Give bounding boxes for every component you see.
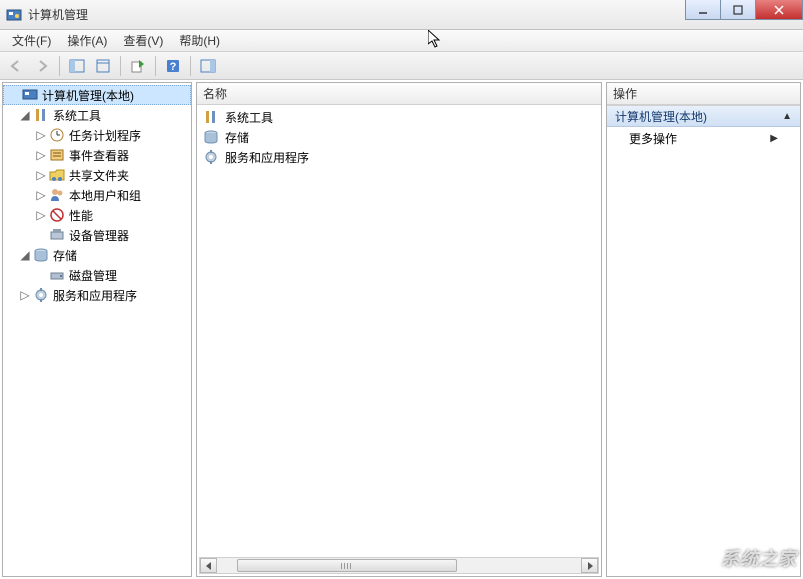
expander-open-icon[interactable]: ◢ bbox=[19, 109, 31, 121]
back-button[interactable] bbox=[4, 54, 28, 78]
expander-closed-icon[interactable]: ▷ bbox=[35, 169, 47, 181]
storage-icon bbox=[203, 129, 219, 145]
actions-body: 计算机管理(本地) ▲ 更多操作 ▶ bbox=[607, 105, 800, 576]
scroll-left-button[interactable] bbox=[200, 558, 217, 573]
actions-panel: 操作 计算机管理(本地) ▲ 更多操作 ▶ bbox=[606, 82, 801, 577]
list-item-services-apps[interactable]: 服务和应用程序 bbox=[197, 147, 601, 167]
tree-node-performance[interactable]: ▷ 性能 bbox=[3, 205, 191, 225]
list-item-storage[interactable]: 存储 bbox=[197, 127, 601, 147]
system-tools-icon bbox=[33, 107, 49, 123]
body: 计算机管理(本地) ◢ 系统工具 ▷ 任务计划程序 ▷ 事件查看器 bbox=[0, 80, 803, 579]
services-icon bbox=[203, 149, 219, 165]
menu-view[interactable]: 查看(V) bbox=[115, 29, 171, 52]
tree-label: 系统工具 bbox=[53, 107, 101, 124]
actions-context-row[interactable]: 计算机管理(本地) ▲ bbox=[607, 105, 800, 127]
clock-icon bbox=[49, 127, 65, 143]
list-item-label: 服务和应用程序 bbox=[225, 149, 309, 166]
list-item-label: 存储 bbox=[225, 129, 249, 146]
toolbar-separator bbox=[59, 56, 60, 76]
tree-label: 存储 bbox=[53, 247, 77, 264]
expander-closed-icon[interactable]: ▷ bbox=[35, 209, 47, 221]
shared-folders-icon bbox=[49, 167, 65, 183]
menu-action[interactable]: 操作(A) bbox=[59, 29, 115, 52]
show-hide-tree-button[interactable] bbox=[65, 54, 89, 78]
expander-open-icon[interactable]: ◢ bbox=[19, 249, 31, 261]
svg-text:?: ? bbox=[170, 61, 177, 73]
window-title: 计算机管理 bbox=[28, 6, 797, 23]
expander-closed-icon[interactable]: ▷ bbox=[35, 189, 47, 201]
menubar: 文件(F) 操作(A) 查看(V) 帮助(H) bbox=[0, 30, 803, 52]
forward-button[interactable] bbox=[30, 54, 54, 78]
tree-node-root[interactable]: 计算机管理(本地) bbox=[3, 85, 191, 105]
expander-closed-icon[interactable]: ▷ bbox=[19, 289, 31, 301]
window-controls bbox=[686, 0, 803, 20]
actions-context-label: 计算机管理(本地) bbox=[615, 108, 707, 125]
tree-node-device-manager[interactable]: ▷ 设备管理器 bbox=[3, 225, 191, 245]
app-icon bbox=[6, 7, 22, 23]
minimize-button[interactable] bbox=[685, 0, 721, 20]
help-button[interactable]: ? bbox=[161, 54, 185, 78]
tree-node-storage[interactable]: ◢ 存储 bbox=[3, 245, 191, 265]
tree-label: 设备管理器 bbox=[69, 227, 129, 244]
expander-closed-icon[interactable]: ▷ bbox=[35, 129, 47, 141]
tree-node-shared-folders[interactable]: ▷ 共享文件夹 bbox=[3, 165, 191, 185]
device-manager-icon bbox=[49, 227, 65, 243]
actions-header: 操作 bbox=[607, 83, 800, 105]
properties-button[interactable] bbox=[91, 54, 115, 78]
tree-node-system-tools[interactable]: ◢ 系统工具 bbox=[3, 105, 191, 125]
collapse-icon[interactable]: ▲ bbox=[782, 111, 792, 122]
close-button[interactable] bbox=[755, 0, 803, 20]
event-viewer-icon bbox=[49, 147, 65, 163]
actions-more-label: 更多操作 bbox=[629, 130, 677, 147]
tree-node-event-viewer[interactable]: ▷ 事件查看器 bbox=[3, 145, 191, 165]
tree-label: 本地用户和组 bbox=[69, 187, 141, 204]
actions-more-item[interactable]: 更多操作 ▶ bbox=[607, 127, 800, 149]
submenu-arrow-icon: ▶ bbox=[770, 133, 778, 144]
toolbar-separator bbox=[120, 56, 121, 76]
scroll-right-button[interactable] bbox=[581, 558, 598, 573]
tree-node-disk-management[interactable]: ▷ 磁盘管理 bbox=[3, 265, 191, 285]
toolbar-separator bbox=[155, 56, 156, 76]
show-hide-action-button[interactable] bbox=[196, 54, 220, 78]
scroll-thumb[interactable] bbox=[237, 559, 457, 572]
performance-icon bbox=[49, 207, 65, 223]
disk-icon bbox=[49, 267, 65, 283]
tree-label: 磁盘管理 bbox=[69, 267, 117, 284]
toolbar: ? bbox=[0, 52, 803, 80]
toolbar-separator bbox=[190, 56, 191, 76]
actions-header-label: 操作 bbox=[613, 85, 637, 102]
expander-closed-icon[interactable]: ▷ bbox=[35, 149, 47, 161]
tree-node-task-scheduler[interactable]: ▷ 任务计划程序 bbox=[3, 125, 191, 145]
column-header-label: 名称 bbox=[203, 85, 227, 102]
center-panel: 名称 系统工具 存储 服务和应用程序 bbox=[196, 82, 602, 577]
menu-file[interactable]: 文件(F) bbox=[4, 29, 59, 52]
system-tools-icon bbox=[203, 109, 219, 125]
tree-label: 任务计划程序 bbox=[69, 127, 141, 144]
services-icon bbox=[33, 287, 49, 303]
export-button[interactable] bbox=[126, 54, 150, 78]
window-root: 计算机管理 文件(F) 操作(A) 查看(V) 帮助(H) ? bbox=[0, 0, 803, 579]
tree-view[interactable]: 计算机管理(本地) ◢ 系统工具 ▷ 任务计划程序 ▷ 事件查看器 bbox=[3, 83, 191, 576]
menu-help[interactable]: 帮助(H) bbox=[171, 29, 228, 52]
computer-management-icon bbox=[22, 87, 38, 103]
grip-icon bbox=[341, 563, 353, 569]
list-item-label: 系统工具 bbox=[225, 109, 273, 126]
scroll-track[interactable] bbox=[217, 558, 581, 573]
tree-node-services-apps[interactable]: ▷ 服务和应用程序 bbox=[3, 285, 191, 305]
tree-label: 共享文件夹 bbox=[69, 167, 129, 184]
tree-label: 性能 bbox=[69, 207, 93, 224]
tree-label: 事件查看器 bbox=[69, 147, 129, 164]
maximize-button[interactable] bbox=[720, 0, 756, 20]
tree-panel: 计算机管理(本地) ◢ 系统工具 ▷ 任务计划程序 ▷ 事件查看器 bbox=[2, 82, 192, 577]
list-item-system-tools[interactable]: 系统工具 bbox=[197, 107, 601, 127]
users-icon bbox=[49, 187, 65, 203]
horizontal-scrollbar[interactable] bbox=[199, 557, 599, 574]
column-header-name[interactable]: 名称 bbox=[197, 83, 601, 105]
tree-node-local-users[interactable]: ▷ 本地用户和组 bbox=[3, 185, 191, 205]
storage-icon bbox=[33, 247, 49, 263]
titlebar: 计算机管理 bbox=[0, 0, 803, 30]
list-view[interactable]: 系统工具 存储 服务和应用程序 bbox=[197, 105, 601, 576]
tree-label: 服务和应用程序 bbox=[53, 287, 137, 304]
tree-label: 计算机管理(本地) bbox=[42, 87, 134, 104]
